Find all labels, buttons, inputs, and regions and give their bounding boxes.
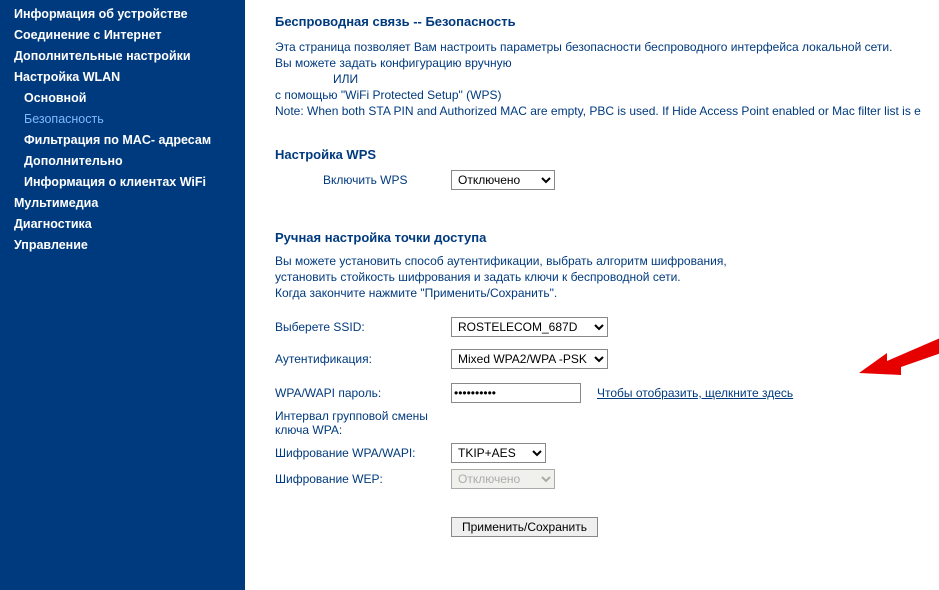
main-content: Беспроводная связь -- Безопасность Эта с… xyxy=(245,0,939,590)
enc-wpa-select[interactable]: TKIP+AES xyxy=(451,443,546,463)
wps-section-title: Настройка WPS xyxy=(275,147,929,162)
apply-save-button[interactable]: Применить/Сохранить xyxy=(451,517,598,537)
ssid-select[interactable]: ROSTELECOM_687D xyxy=(451,317,608,337)
intro-text-1: Эта страница позволяет Вам настроить пар… xyxy=(275,39,929,55)
rekey-label: Интервал групповой смены ключа WPA: xyxy=(275,409,451,437)
wps-enable-label: Включить WPS xyxy=(275,173,451,187)
password-input[interactable] xyxy=(451,383,581,403)
page-title: Беспроводная связь -- Безопасность xyxy=(275,14,929,29)
enc-wep-label: Шифрование WEP: xyxy=(275,472,451,486)
manual-section-title: Ручная настройка точки доступа xyxy=(275,230,929,245)
enc-wep-select: Отключено xyxy=(451,469,555,489)
sidebar-item-wlan-macfilter[interactable]: Фильтрация по MAC- адресам xyxy=(10,130,245,151)
sidebar-item-device-info[interactable]: Информация об устройстве xyxy=(0,4,245,25)
auth-label: Аутентификация: xyxy=(275,352,451,366)
sidebar-item-wlan-basic[interactable]: Основной xyxy=(10,88,245,109)
sidebar-item-management[interactable]: Управление xyxy=(0,235,245,256)
manual-text-2: установить стойкость шифрования и задать… xyxy=(275,269,929,285)
password-label: WPA/WAPI пароль: xyxy=(275,386,451,400)
sidebar-item-wlan-security[interactable]: Безопасность xyxy=(10,109,245,130)
manual-text-3: Когда закончите нажмите "Применить/Сохра… xyxy=(275,285,929,301)
reveal-password-link[interactable]: Чтобы отобразить, щелкните здесь xyxy=(597,386,793,400)
intro-text-or: ИЛИ xyxy=(275,71,929,87)
note-text: Note: When both STA PIN and Authorized M… xyxy=(275,103,929,119)
auth-select[interactable]: Mixed WPA2/WPA -PSK xyxy=(451,349,608,369)
sidebar: Информация об устройстве Соединение с Ин… xyxy=(0,0,245,590)
sidebar-item-diagnostics[interactable]: Диагностика xyxy=(0,214,245,235)
sidebar-item-wlan[interactable]: Настройка WLAN xyxy=(0,67,245,88)
sidebar-item-wlan-extra[interactable]: Дополнительно xyxy=(10,151,245,172)
sidebar-item-advanced[interactable]: Дополнительные настройки xyxy=(0,46,245,67)
manual-text-1: Вы можете установить способ аутентификац… xyxy=(275,253,929,269)
sidebar-item-multimedia[interactable]: Мультимедиа xyxy=(0,193,245,214)
enc-wpa-label: Шифрование WPA/WAPI: xyxy=(275,446,451,460)
wps-enable-select[interactable]: Отключено xyxy=(451,170,555,190)
intro-text-3: с помощью "WiFi Protected Setup" (WPS) xyxy=(275,87,929,103)
sidebar-item-wlan-clients[interactable]: Информация о клиентах WiFi xyxy=(10,172,245,193)
ssid-label: Выберете SSID: xyxy=(275,320,451,334)
sidebar-item-internet[interactable]: Соединение с Интернет xyxy=(0,25,245,46)
intro-text-2: Вы можете задать конфигурацию вручную xyxy=(275,55,929,71)
